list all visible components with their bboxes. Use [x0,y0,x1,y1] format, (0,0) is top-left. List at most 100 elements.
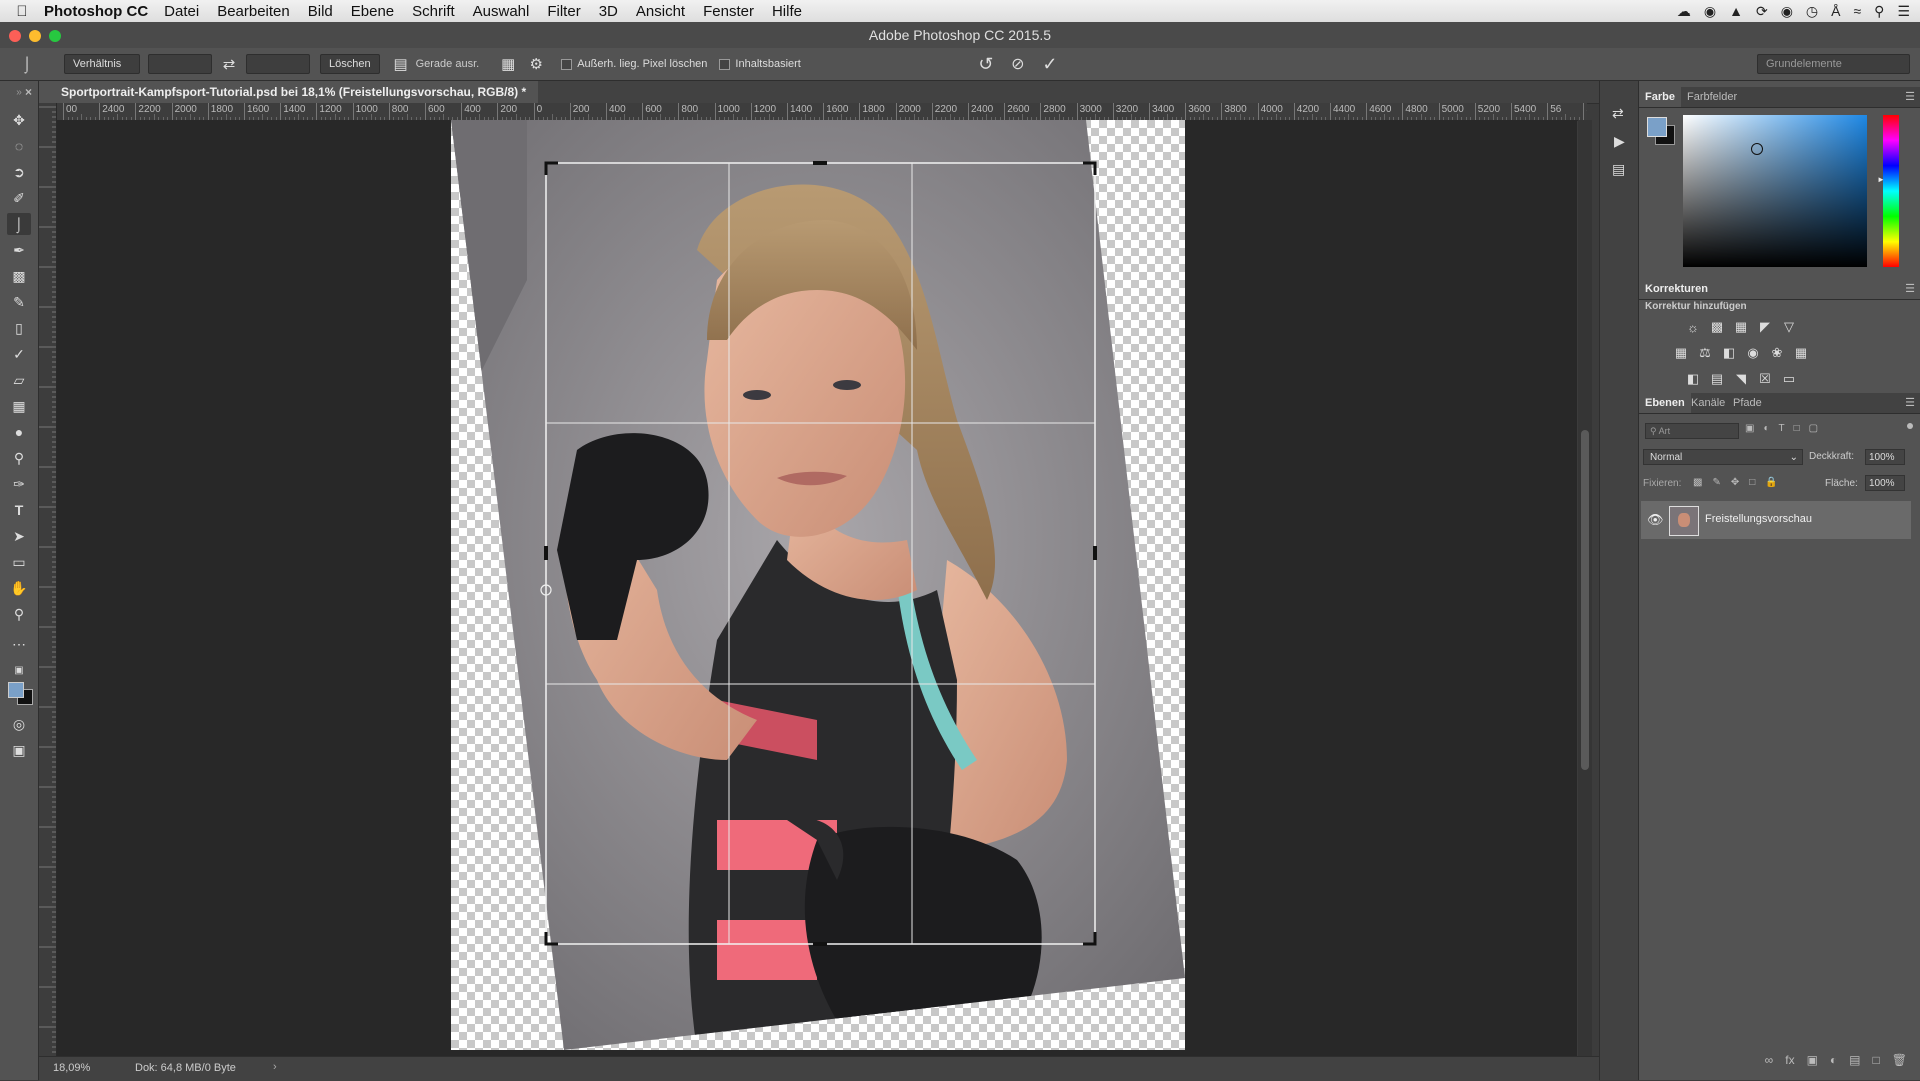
menu-3d[interactable]: 3D [599,3,618,20]
clone-stamp-tool-icon[interactable]: ▯ [7,317,31,339]
close-tab-icon[interactable]: × [25,81,32,103]
adjustment-layer-icon[interactable]: ◐ [1830,1053,1837,1073]
history-panel-icon[interactable]: ⇄ [1612,105,1624,122]
creative-cloud-icon[interactable]: ☁ [1677,3,1691,20]
gradient-tool-icon[interactable]: ▦ [7,395,31,417]
menu-fenster[interactable]: Fenster [703,3,754,20]
panel-foreground-swatch[interactable] [1647,117,1667,137]
vibrance-icon[interactable]: ▽ [1781,319,1797,335]
workspace-switcher[interactable]: Grundelemente [1757,54,1910,74]
opacity-input[interactable]: 100% [1865,449,1905,465]
hand-tool-icon[interactable]: ✋ [7,577,31,599]
delete-layer-trash-icon[interactable]: 🗑 [1892,1053,1907,1073]
layer-thumbnail[interactable] [1669,506,1699,536]
drive-icon[interactable]: ▲ [1729,3,1743,19]
menu-schrift[interactable]: Schrift [412,3,455,20]
menu-hilfe[interactable]: Hilfe [772,3,802,20]
eraser-tool-icon[interactable]: ▱ [7,369,31,391]
vertical-scrollbar-thumb[interactable] [1581,430,1589,770]
ratio-select[interactable]: Verhältnis ⌄ [64,54,140,88]
delete-pixels-checkbox[interactable]: Außerh. lieg. Pixel löschen [561,58,707,70]
rectangle-tool-icon[interactable]: ▭ [7,551,31,573]
filter-toggle-icon[interactable] [1907,423,1913,429]
tab-kanaele[interactable]: Kanäle [1685,393,1731,413]
blend-mode-select[interactable]: Normal ⌄ [1643,449,1803,465]
crop-width-input[interactable] [148,54,212,74]
menu-ebene[interactable]: Ebene [351,3,394,20]
curves-icon[interactable]: ▦ [1733,319,1749,335]
new-layer-icon[interactable]: □ [1873,1053,1880,1073]
menu-filter[interactable]: Filter [547,3,580,20]
tab-farbe[interactable]: Farbe [1639,87,1681,107]
menu-datei[interactable]: Datei [164,3,199,20]
dodge-tool-icon[interactable]: ⚲ [7,447,31,469]
lasso-tool-icon[interactable]: ➲ [7,161,31,183]
bluetooth-icon[interactable]: Å [1831,3,1840,19]
swap-dimensions-icon[interactable]: ⇄ [218,53,240,75]
layer-name[interactable]: Freistellungsvorschau [1705,513,1812,525]
document-canvas[interactable] [57,120,1577,1056]
color-lookup-icon[interactable]: ▦ [1793,345,1809,361]
crop-height-input[interactable] [246,54,310,74]
hue-slider[interactable] [1883,115,1899,267]
quick-selection-tool-icon[interactable]: ✐ [7,187,31,209]
menu-app-name[interactable]: Photoshop CC [44,3,148,20]
channel-mixer-icon[interactable]: ❀ [1769,345,1785,361]
crop-tool-icon[interactable]: ⌡ [7,213,31,235]
layer-visibility-eye-icon[interactable]: 👁 [1647,512,1664,528]
content-aware-checkbox[interactable]: Inhaltsbasiert [719,58,801,70]
straighten-label[interactable]: Gerade ausr. [416,58,480,70]
type-tool-icon[interactable]: T [7,499,31,521]
notification-list-icon[interactable]: ☰ [1897,3,1910,20]
status-menu-arrow-icon[interactable]: › [273,1061,277,1073]
default-colors-icon[interactable]: ▣ [7,659,31,681]
layers-menu-icon[interactable]: ☰ [1905,396,1915,409]
levels-icon[interactable]: ▩ [1709,319,1725,335]
new-group-folder-icon[interactable]: ▤ [1849,1053,1860,1073]
crop-tool-preset-icon[interactable]: ⌡ [16,53,38,75]
layer-filter-select[interactable]: ⚲ Art [1645,423,1739,439]
adjustments-title[interactable]: Korrekturen [1639,279,1714,299]
vertical-scrollbar[interactable] [1578,120,1592,1056]
zoom-level[interactable]: 18,09% [53,1062,90,1074]
actions-play-icon[interactable]: ▶ [1614,133,1625,150]
color-balance-icon[interactable]: ⚖ [1697,345,1713,361]
tab-ebenen[interactable]: Ebenen [1639,393,1691,413]
layer-mask-icon[interactable]: ▣ [1807,1053,1818,1073]
overlay-grid-icon[interactable]: ▦ [497,53,519,75]
gradient-map-icon[interactable]: ▭ [1781,371,1797,387]
vertical-ruler[interactable] [39,103,57,1056]
brightness-icon[interactable]: ☼ [1685,319,1701,335]
fill-input[interactable]: 100% [1865,475,1905,491]
time-machine-icon[interactable]: ◷ [1806,3,1818,20]
healing-brush-tool-icon[interactable]: ▩ [7,265,31,287]
history-brush-tool-icon[interactable]: ✓ [7,343,31,365]
layer-style-fx-icon[interactable]: fx [1785,1053,1794,1073]
straighten-icon[interactable]: ▤ [390,53,412,75]
sync-icon[interactable]: ⟳ [1756,3,1768,20]
content-aware-check-box[interactable] [719,58,731,70]
link-layers-icon[interactable]: ∞ [1765,1053,1774,1073]
quick-mask-icon[interactable]: ◎ [7,713,31,735]
spotlight-search-icon[interactable]: ⚲ [1874,3,1884,20]
cancel-crop-icon[interactable]: ⊘ [1007,53,1029,75]
tab-pfade[interactable]: Pfade [1727,393,1768,413]
menu-bearbeiten[interactable]: Bearbeiten [217,3,290,20]
menu-ansicht[interactable]: Ansicht [636,3,685,20]
properties-panel-icon[interactable]: ▤ [1612,161,1625,178]
wifi-icon[interactable]: ≈ [1853,3,1861,19]
clear-button[interactable]: Löschen [320,54,380,74]
posterize-icon[interactable]: ▤ [1709,371,1725,387]
pen-tool-icon[interactable]: ✑ [7,473,31,495]
eyedropper-tool-icon[interactable]: ✒ [7,239,31,261]
menu-bild[interactable]: Bild [308,3,333,20]
path-selection-tool-icon[interactable]: ➤ [7,525,31,547]
brush-tool-icon[interactable]: ✎ [7,291,31,313]
document-tab[interactable]: × Sportportrait-Kampfsport-Tutorial.psd … [25,81,539,103]
record-icon[interactable]: ◉ [1781,3,1793,20]
menu-auswahl[interactable]: Auswahl [473,3,530,20]
threshold-icon[interactable]: ◥ [1733,371,1749,387]
zoom-tool-icon[interactable]: ⚲ [7,603,31,625]
marquee-tool-icon[interactable]: ◌ [7,135,31,157]
foreground-color-swatch[interactable] [8,682,24,698]
